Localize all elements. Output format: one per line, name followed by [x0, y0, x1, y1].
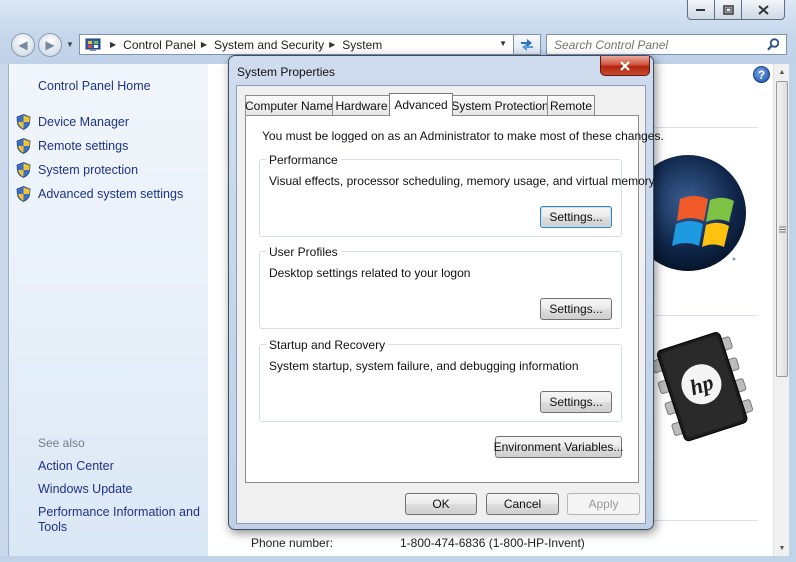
scroll-down-icon[interactable]: ▼	[774, 540, 790, 556]
breadcrumb-separator-icon[interactable]: ▶	[329, 40, 335, 49]
tab-remote[interactable]: Remote	[547, 95, 595, 115]
grip-icon	[778, 226, 786, 232]
windows-logo-icon	[648, 155, 746, 271]
breadcrumb-system-and-security[interactable]: System and Security	[214, 38, 324, 52]
dialog-body: Computer Name Hardware Advanced System P…	[236, 85, 664, 524]
cancel-button[interactable]: Cancel	[486, 493, 559, 515]
group-description: System startup, system failure, and debu…	[269, 359, 579, 373]
task-label[interactable]: System protection	[38, 163, 138, 177]
vertical-scrollbar[interactable]: ▲ ▼	[773, 64, 789, 556]
minimize-button[interactable]	[687, 0, 715, 20]
uac-shield-icon	[16, 138, 31, 154]
action-center-link[interactable]: Action Center	[38, 459, 114, 473]
performance-information-link[interactable]: Performance Information and Tools	[38, 505, 208, 535]
task-system-protection[interactable]: System protection	[16, 162, 138, 178]
startup-recovery-settings-button[interactable]: Settings...	[540, 391, 612, 413]
window-frame-edge	[0, 556, 796, 562]
arrow-right-icon: ▶	[45, 38, 55, 52]
phone-number-label: Phone number:	[251, 536, 334, 550]
task-label[interactable]: Remote settings	[38, 139, 128, 153]
group-title: Startup and Recovery	[266, 338, 389, 352]
windows-update-link[interactable]: Windows Update	[38, 482, 133, 496]
uac-shield-icon	[16, 162, 31, 178]
tab-advanced[interactable]: Advanced	[389, 93, 453, 116]
task-label[interactable]: Device Manager	[38, 115, 129, 129]
control-panel-icon	[85, 38, 101, 51]
restore-icon	[722, 4, 734, 15]
scroll-up-icon[interactable]: ▲	[774, 64, 790, 80]
task-device-manager[interactable]: Device Manager	[16, 114, 129, 130]
group-title: User Profiles	[266, 245, 341, 259]
window-close-button[interactable]	[741, 0, 785, 20]
hp-chip-logo-icon: hp	[651, 332, 754, 442]
ok-button[interactable]: OK	[405, 493, 477, 515]
back-button[interactable]: ◀	[11, 33, 35, 57]
scrollbar-thumb[interactable]	[776, 81, 788, 377]
refresh-icon	[521, 38, 533, 51]
apply-button[interactable]: Apply	[567, 493, 640, 515]
breadcrumb-system[interactable]: System	[342, 38, 382, 52]
user-profiles-settings-button[interactable]: Settings...	[540, 298, 612, 320]
search-icon[interactable]	[767, 38, 780, 51]
section-divider	[648, 315, 758, 316]
search-box[interactable]	[546, 34, 787, 55]
dialog-close-button[interactable]	[600, 56, 650, 76]
breadcrumb-separator-icon[interactable]: ▶	[110, 40, 116, 49]
window-frame-edge	[789, 64, 796, 562]
close-icon	[620, 60, 630, 71]
close-icon	[757, 4, 769, 15]
dialog-title: System Properties	[237, 65, 336, 79]
see-also-heading: See also	[38, 436, 85, 450]
arrow-left-icon: ◀	[18, 38, 28, 52]
section-divider	[648, 520, 758, 521]
control-panel-home-link[interactable]: Control Panel Home	[38, 79, 151, 93]
performance-settings-button[interactable]: Settings...	[540, 206, 612, 228]
uac-shield-icon	[16, 114, 31, 130]
task-remote-settings[interactable]: Remote settings	[16, 138, 128, 154]
advanced-tab-panel: You must be logged on as an Administrato…	[245, 115, 664, 483]
tab-hardware[interactable]: Hardware	[332, 95, 391, 115]
address-bar[interactable]: ▶ Control Panel ▶ System and Security ▶ …	[79, 34, 514, 55]
phone-number-value: 1-800-474-6836 (1-800-HP-Invent)	[400, 536, 585, 550]
task-advanced-system-settings[interactable]: Advanced system settings	[16, 186, 183, 202]
tab-computer-name[interactable]: Computer Name	[245, 95, 333, 115]
group-description: Visual effects, processor scheduling, me…	[269, 174, 655, 188]
help-icon[interactable]: ?	[753, 66, 770, 83]
forward-button[interactable]: ▶	[38, 33, 62, 57]
refresh-button[interactable]	[514, 34, 541, 55]
search-input[interactable]	[547, 35, 762, 54]
startup-recovery-group: Startup and Recovery System startup, sys…	[259, 338, 622, 422]
group-description: Desktop settings related to your logon	[269, 266, 471, 280]
uac-shield-icon	[16, 186, 31, 202]
breadcrumb-control-panel[interactable]: Control Panel	[123, 38, 196, 52]
task-label[interactable]: Advanced system settings	[38, 187, 183, 201]
system-properties-dialog: System Properties Computer Name Hardware…	[228, 55, 664, 530]
section-divider	[648, 127, 758, 128]
breadcrumb-separator-icon[interactable]: ▶	[201, 40, 207, 49]
task-pane: Control Panel Home Device Manager Remote…	[8, 64, 208, 556]
recent-pages-dropdown-icon[interactable]: ▼	[66, 40, 74, 49]
performance-group: Performance Visual effects, processor sc…	[259, 153, 655, 237]
group-title: Performance	[266, 153, 341, 167]
administrator-note: You must be logged on as an Administrato…	[262, 129, 664, 143]
user-profiles-group: User Profiles Desktop settings related t…	[259, 245, 622, 329]
minimize-icon	[696, 8, 705, 11]
environment-variables-button[interactable]: Environment Variables...	[494, 436, 623, 458]
chevron-down-icon[interactable]: ▼	[499, 39, 507, 48]
tab-system-protection[interactable]: System Protection	[451, 95, 549, 115]
restore-button[interactable]	[714, 0, 742, 20]
